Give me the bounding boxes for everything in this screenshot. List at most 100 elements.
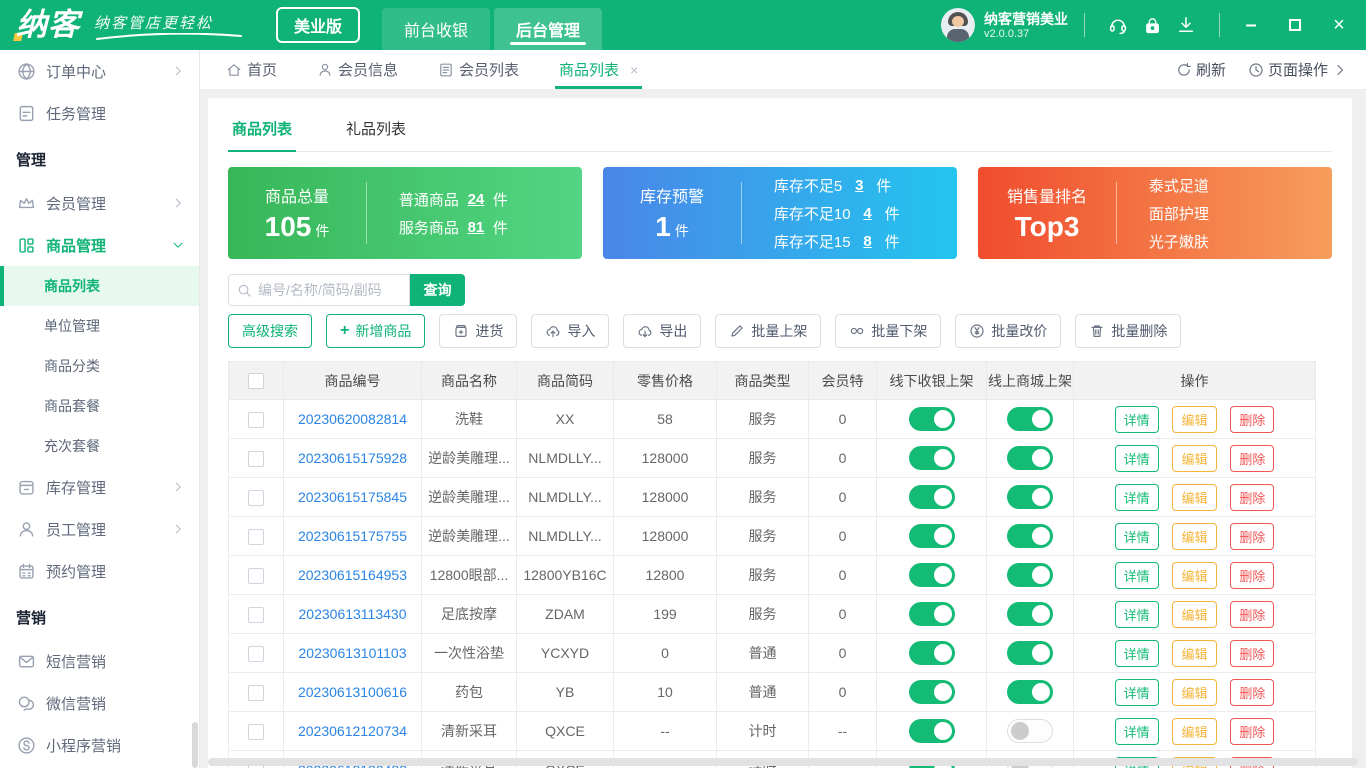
批量删除-button[interactable]: 批量删除 (1075, 314, 1182, 348)
批量上架-button[interactable]: 批量上架 (715, 314, 822, 348)
row-checkbox[interactable] (248, 567, 264, 584)
panel-tab-商品列表[interactable]: 商品列表 (228, 108, 297, 152)
product-code-link[interactable]: 20230615164953 (283, 555, 422, 595)
minimize-button[interactable]: – (1242, 15, 1260, 35)
edit-button[interactable]: 编辑 (1172, 561, 1217, 589)
tab-首页[interactable]: 首页 (226, 50, 277, 89)
sidebar-item-任务管理[interactable]: 任务管理 (0, 92, 199, 134)
offline-shelf-toggle[interactable] (908, 524, 955, 548)
sidebar-item-库存管理[interactable]: 库存管理 (0, 466, 199, 508)
online-shelf-toggle[interactable] (1007, 407, 1053, 431)
online-shelf-toggle[interactable] (1007, 719, 1053, 743)
detail-button[interactable]: 详情 (1114, 522, 1159, 550)
delete-button[interactable]: 删除 (1230, 483, 1275, 511)
sidebar-item-短信营销[interactable]: 短信营销 (0, 640, 199, 682)
offline-shelf-toggle[interactable] (908, 719, 955, 743)
delete-button[interactable]: 删除 (1230, 522, 1275, 550)
sidebar-item-商品管理[interactable]: 商品管理 (0, 224, 199, 266)
delete-button[interactable]: 删除 (1230, 600, 1275, 628)
offline-shelf-toggle[interactable] (908, 563, 955, 587)
sidebar-subitem-商品分类[interactable]: 商品分类 (0, 346, 199, 386)
edit-button[interactable]: 编辑 (1172, 483, 1217, 511)
offline-shelf-toggle[interactable] (908, 602, 955, 626)
row-checkbox[interactable] (248, 684, 264, 701)
offline-shelf-toggle[interactable] (908, 485, 955, 509)
mode-tab-后台管理[interactable]: 后台管理 (494, 8, 603, 50)
row-checkbox[interactable] (248, 411, 264, 428)
delete-button[interactable]: 删除 (1230, 717, 1275, 745)
product-code-link[interactable]: 20230615175755 (283, 516, 422, 556)
tab-会员列表[interactable]: 会员列表 (438, 50, 519, 89)
product-code-link[interactable]: 20230613113430 (283, 594, 422, 634)
user-box[interactable]: 纳客营销美业 v2.0.0.37 (941, 8, 1068, 42)
sidebar-subitem-单位管理[interactable]: 单位管理 (0, 306, 199, 346)
detail-button[interactable]: 详情 (1114, 561, 1159, 589)
sidebar-subitem-商品套餐[interactable]: 商品套餐 (0, 386, 199, 426)
edit-button[interactable]: 编辑 (1172, 444, 1217, 472)
页面操作-action[interactable]: 页面操作 (1248, 59, 1348, 80)
edition-badge[interactable]: 美业版 (276, 7, 361, 43)
online-shelf-toggle[interactable] (1007, 446, 1053, 470)
edit-button[interactable]: 编辑 (1172, 522, 1217, 550)
online-shelf-toggle[interactable] (1007, 680, 1053, 704)
tab-会员信息[interactable]: 会员信息 (317, 50, 398, 89)
horizontal-scrollbar[interactable] (208, 758, 1358, 766)
maximize-button[interactable] (1286, 16, 1304, 34)
online-shelf-toggle[interactable] (1007, 641, 1053, 665)
search-input[interactable] (258, 282, 401, 298)
edit-button[interactable]: 编辑 (1172, 600, 1217, 628)
sidebar-item-预约管理[interactable]: 预约管理 (0, 550, 199, 592)
edit-button[interactable]: 编辑 (1172, 717, 1217, 745)
导入-button[interactable]: 导入 (531, 314, 610, 348)
row-checkbox[interactable] (248, 723, 264, 740)
online-shelf-toggle[interactable] (1007, 524, 1053, 548)
sidebar-item-员工管理[interactable]: 员工管理 (0, 508, 199, 550)
product-code-link[interactable]: 20230615175845 (283, 477, 422, 517)
sidebar-item-小程序营销[interactable]: 小程序营销 (0, 724, 199, 766)
detail-button[interactable]: 详情 (1114, 600, 1159, 628)
product-code-link[interactable]: 20230612120734 (283, 711, 422, 751)
detail-button[interactable]: 详情 (1114, 405, 1159, 433)
offline-shelf-toggle[interactable] (908, 407, 955, 431)
批量改价-button[interactable]: 批量改价 (955, 314, 1062, 348)
close-button[interactable]: × (1330, 14, 1348, 36)
product-code-link[interactable]: 20230620082814 (283, 399, 422, 439)
delete-button[interactable]: 删除 (1230, 405, 1275, 433)
sidebar-subitem-充次套餐[interactable]: 充次套餐 (0, 426, 199, 466)
offline-shelf-toggle[interactable] (908, 680, 955, 704)
customer-service-icon[interactable] (1101, 8, 1135, 42)
批量下架-button[interactable]: 批量下架 (835, 314, 942, 348)
高级搜索-button[interactable]: 高级搜索 (228, 314, 312, 348)
offline-shelf-toggle[interactable] (908, 641, 955, 665)
lock-icon[interactable] (1135, 8, 1169, 42)
detail-button[interactable]: 详情 (1114, 717, 1159, 745)
offline-shelf-toggle[interactable] (908, 446, 955, 470)
delete-button[interactable]: 删除 (1230, 639, 1275, 667)
detail-button[interactable]: 详情 (1114, 444, 1159, 472)
进货-button[interactable]: 进货 (439, 314, 518, 348)
select-all-checkbox[interactable] (248, 373, 264, 390)
刷新-action[interactable]: 刷新 (1176, 59, 1226, 80)
row-checkbox[interactable] (248, 528, 264, 545)
sidebar-subitem-商品列表[interactable]: 商品列表 (0, 266, 199, 306)
delete-button[interactable]: 删除 (1230, 444, 1275, 472)
sidebar-item-订单中心[interactable]: 订单中心 (0, 50, 199, 92)
row-checkbox[interactable] (248, 606, 264, 623)
edit-button[interactable]: 编辑 (1172, 678, 1217, 706)
edit-button[interactable]: 编辑 (1172, 405, 1217, 433)
sidebar-scrollbar[interactable] (192, 722, 198, 768)
online-shelf-toggle[interactable] (1007, 563, 1053, 587)
edit-button[interactable]: 编辑 (1172, 639, 1217, 667)
product-code-link[interactable]: 20230613100616 (283, 672, 422, 712)
detail-button[interactable]: 详情 (1114, 678, 1159, 706)
close-tab-icon[interactable]: × (630, 62, 638, 78)
row-checkbox[interactable] (248, 450, 264, 467)
row-checkbox[interactable] (248, 489, 264, 506)
mode-tab-前台收银[interactable]: 前台收银 (382, 8, 491, 50)
query-button[interactable]: 查询 (410, 274, 465, 306)
online-shelf-toggle[interactable] (1007, 485, 1053, 509)
detail-button[interactable]: 详情 (1114, 483, 1159, 511)
online-shelf-toggle[interactable] (1007, 602, 1053, 626)
detail-button[interactable]: 详情 (1114, 639, 1159, 667)
product-code-link[interactable]: 20230615175928 (283, 438, 422, 478)
